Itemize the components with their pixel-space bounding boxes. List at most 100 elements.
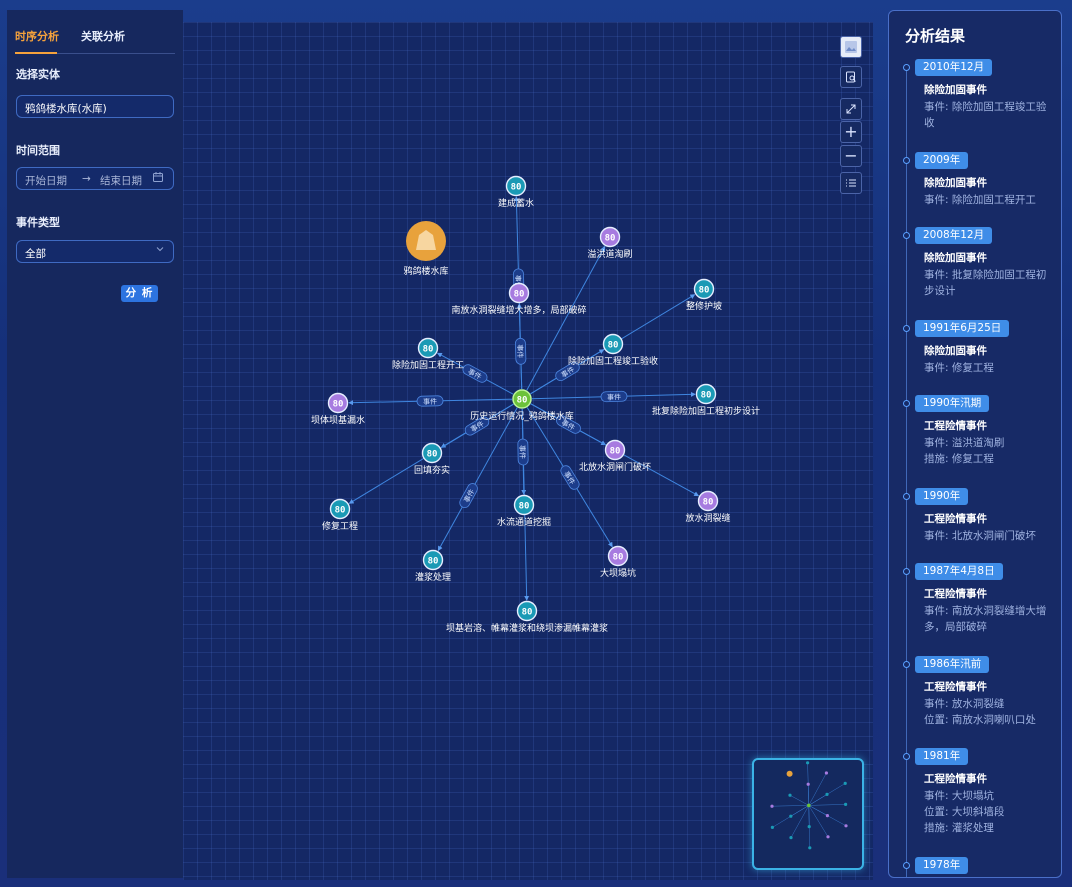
timeline-dot xyxy=(903,400,910,407)
graph-node[interactable]: 80 溢洪道淘刷 xyxy=(587,226,633,261)
graph-minimap[interactable] xyxy=(752,758,864,870)
timeline-dot xyxy=(903,568,910,575)
graph-canvas[interactable]: 事件 事件 事件 事件 事件 事件 事件 事件 事件 事件 事件 鸦鸽楼水库 80 历史运行情况_鸦鸽楼水… xyxy=(183,22,873,880)
timeline-date-badge: 1990年汛期 xyxy=(915,395,990,412)
timeline-event-title: 除险加固事件 xyxy=(924,345,987,357)
search-doc-icon[interactable] xyxy=(840,66,862,88)
graph-node[interactable]: 80 南放水洞裂缝增大增多，局部破碎 xyxy=(451,282,587,317)
edge-label: 事件 xyxy=(600,390,628,403)
minimap-center-node xyxy=(807,803,811,808)
graph-node[interactable]: 80 北放水洞闸门破坏 xyxy=(579,439,651,474)
graph-node[interactable]: 80 放水洞裂缝 xyxy=(685,490,731,525)
graph-node[interactable]: 80 建成蓄水 xyxy=(498,175,534,210)
image-icon[interactable] xyxy=(840,36,862,58)
minimap-node xyxy=(806,761,810,765)
timeline-dot xyxy=(903,493,910,500)
timeline-event-title: 工程险情事件 xyxy=(924,588,987,600)
minimap-node xyxy=(808,846,812,850)
edge-label: 事件 xyxy=(459,483,478,509)
timeline-date-badge: 1991年6月25日 xyxy=(915,320,1010,337)
graph-node[interactable]: 80 水流通道挖掘 xyxy=(497,494,551,529)
timeline-date-badge: 1981年 xyxy=(915,748,969,765)
graph-node[interactable]: 80 除险加固工程竣工验收 xyxy=(568,333,658,368)
list-icon[interactable] xyxy=(840,172,862,194)
active-tab-indicator xyxy=(15,52,57,54)
minimap-node xyxy=(770,804,774,808)
minimap-node xyxy=(825,792,829,796)
zoom-in-icon[interactable]: + xyxy=(840,121,862,143)
event-type-select[interactable]: 全部 xyxy=(16,240,174,263)
timeline-detail-line: 措施: 灌浆处理 xyxy=(924,822,994,834)
timeline-event-details: 事件: 溢洪道淘刷 措施: 修复工程 xyxy=(924,435,1054,467)
zoom-out-icon[interactable]: − xyxy=(840,145,862,167)
timeline-detail-line: 事件: 南放水洞裂缝增大增多，局部破碎 xyxy=(924,605,1047,633)
center-node[interactable]: 80 历史运行情况_鸦鸽楼水库 xyxy=(470,389,574,422)
graph-node[interactable]: 80 回填夯实 xyxy=(414,442,450,477)
timeline-event-details: 事件: 除险加固工程开工 xyxy=(924,192,1054,208)
graph-node[interactable]: 80 坝基岩溶、帷幕灌浆和绕坝渗漏帷幕灌浆 xyxy=(446,600,608,635)
timeline-dot xyxy=(903,232,910,239)
timeline-detail-line: 位置: 南放水洞喇叭口处 xyxy=(924,714,1036,726)
event-type-value: 全部 xyxy=(25,248,46,260)
minimap-node xyxy=(824,771,828,775)
timeline-date-badge: 1978年 xyxy=(915,857,969,874)
node-label: 除险加固工程竣工验收 xyxy=(568,355,658,367)
timeline-date-badge: 2008年12月 xyxy=(915,227,993,244)
timeline-detail-line: 措施: 修复工程 xyxy=(924,453,994,465)
results-title: 分析结果 xyxy=(905,27,966,45)
timeline-dot xyxy=(903,157,910,164)
timeline-date-badge: 1987年4月8日 xyxy=(915,563,1003,580)
analysis-tabs: 时序分析 关联分析 xyxy=(15,28,175,54)
event-type-label: 事件类型 xyxy=(16,216,60,229)
timeline-detail-line: 事件: 大坝塌坑 xyxy=(924,790,994,802)
timeline-dot xyxy=(903,862,910,869)
date-range-picker[interactable]: 开始日期 → 结束日期 xyxy=(16,167,174,190)
entity-select[interactable]: 鸦鸽楼水库(水库) xyxy=(16,95,174,118)
minimap-node xyxy=(826,835,830,839)
analyze-button[interactable]: 分 析 xyxy=(121,285,158,302)
node-glyph: 80 xyxy=(522,608,533,618)
fullscreen-icon[interactable] xyxy=(840,98,862,120)
timeline-detail-line: 事件: 批复除险加固工程初步设计 xyxy=(924,269,1047,297)
minimap-edge xyxy=(790,805,809,838)
timeline-dot xyxy=(903,325,910,332)
timeline-date-badge: 1990年 xyxy=(915,488,969,505)
start-date-input[interactable]: 开始日期 xyxy=(25,173,67,188)
edge-label-text: 事件 xyxy=(515,344,524,358)
node-glyph: 80 xyxy=(427,450,438,460)
timeline-dot xyxy=(903,753,910,760)
graph-node[interactable]: 80 批复除险加固工程初步设计 xyxy=(652,383,760,418)
node-glyph: 80 xyxy=(703,498,714,508)
center-node-label: 历史运行情况_鸦鸽楼水库 xyxy=(470,410,574,422)
reservoir-node[interactable]: 鸦鸽楼水库 xyxy=(403,221,449,277)
timeline-event-title: 工程险情事件 xyxy=(924,513,987,525)
node-label: 南放水洞裂缝增大增多，局部破碎 xyxy=(451,304,586,316)
timeline-event-details: 事件: 北放水洞闸门破坏 xyxy=(924,528,1054,544)
knowledge-graph[interactable]: 事件事件事件事件事件 事件事件事件事件事件事件鸦鸽楼水库80历史运行情况_鸦鸽楼水… xyxy=(183,22,873,880)
chevron-down-icon xyxy=(155,244,165,257)
node-label: 大坝塌坑 xyxy=(600,567,636,579)
tab-timeline-analysis[interactable]: 时序分析 xyxy=(15,28,59,44)
graph-node[interactable]: 80 除险加固工程开工 xyxy=(392,337,464,372)
node-label: 放水洞裂缝 xyxy=(685,512,730,524)
timeline-detail-line: 位置: 大坝斜墙段 xyxy=(924,806,1005,818)
node-glyph: 80 xyxy=(428,557,439,567)
end-date-input[interactable]: 结束日期 xyxy=(100,173,142,188)
minimap-node xyxy=(788,793,792,797)
minimap-view xyxy=(770,761,848,850)
node-glyph: 80 xyxy=(514,290,525,300)
graph-node[interactable]: 80 整修护坡 xyxy=(686,278,722,313)
minimap-node xyxy=(770,825,774,829)
graph-node[interactable]: 80 修复工程 xyxy=(322,498,358,533)
timeline-event-details: 事件: 修复工程 xyxy=(924,360,1054,376)
graph-node[interactable]: 80 大坝塌坑 xyxy=(600,545,636,580)
graph-node[interactable]: 80 灌浆处理 xyxy=(415,549,451,584)
node-glyph: 80 xyxy=(423,345,434,355)
timeline-detail-line: 事件: 北放水洞闸门破坏 xyxy=(924,530,1036,542)
range-arrow-icon: → xyxy=(82,173,91,185)
timeline-date-badge: 2009年 xyxy=(915,152,969,169)
timeline-event-details: 事件: 南放水洞裂缝增大增多，局部破碎 xyxy=(924,603,1054,635)
node-label: 北放水洞闸门破坏 xyxy=(579,461,651,473)
graph-node[interactable]: 80 坝体坝基漏水 xyxy=(311,392,365,427)
tab-relation-analysis[interactable]: 关联分析 xyxy=(81,28,125,44)
